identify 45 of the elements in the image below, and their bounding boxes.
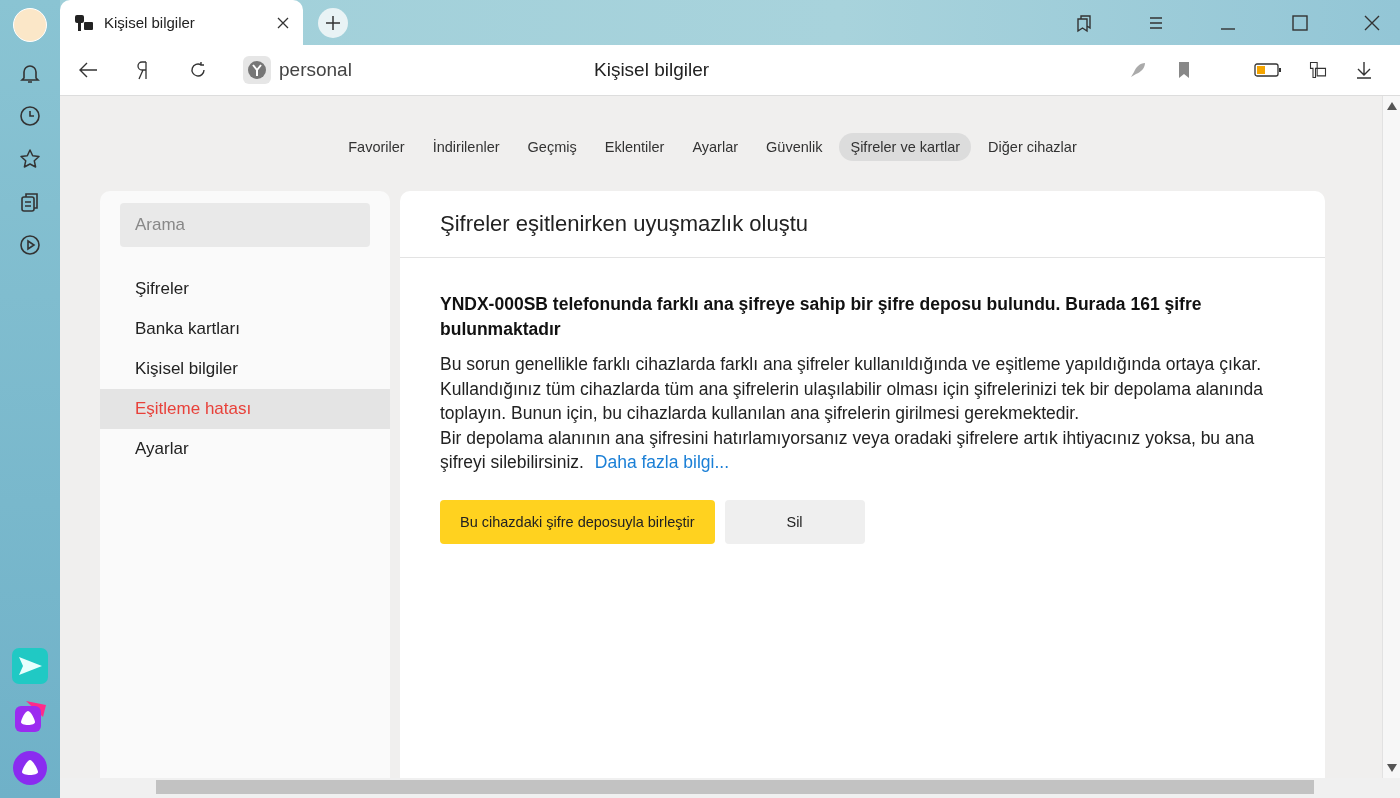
- panel-title: Şifreler eşitlenirken uyuşmazlık oluştu: [400, 191, 1325, 258]
- clock-icon[interactable]: [18, 104, 42, 128]
- sidebar-item[interactable]: Kişisel bilgiler: [100, 349, 390, 389]
- nav-tab[interactable]: Geçmiş: [516, 133, 588, 161]
- description-text: Kullandığınız tüm cihazlarda tüm ana şifrelerin ulaşılabilir olması için şifrelerinizi tek bir depolama alanında toplayın. Bunun için, bu cihazlarda kullanılan ana şifrelerin girilmesi gerekmektedir.: [440, 377, 1264, 425]
- nav-tab[interactable]: Eklentiler: [593, 133, 676, 161]
- sidebar-item[interactable]: Banka kartları: [100, 309, 390, 349]
- key-folder-icon[interactable]: [1308, 60, 1328, 80]
- page-title: Kişisel bilgiler: [594, 59, 711, 81]
- battery-icon[interactable]: [1254, 60, 1282, 80]
- new-tab-button[interactable]: [318, 7, 348, 38]
- sidebar-item[interactable]: Şifreler: [100, 269, 390, 309]
- assistant-icon[interactable]: [12, 750, 48, 786]
- nav-tab[interactable]: İndirilenler: [421, 133, 511, 161]
- browser-tab[interactable]: Kişisel bilgiler: [60, 0, 303, 45]
- vertical-scrollbar[interactable]: [1382, 96, 1400, 778]
- key-folder-icon: [74, 12, 94, 33]
- nav-tab[interactable]: Ayarlar: [681, 133, 750, 161]
- y-logo-icon[interactable]: [243, 56, 271, 84]
- reload-icon[interactable]: [188, 60, 208, 80]
- merge-button[interactable]: Bu cihazdaki şifre deposuyla birleştir: [440, 499, 715, 544]
- back-icon[interactable]: [78, 60, 98, 80]
- nav-tab[interactable]: Şifreler ve kartlar: [839, 133, 972, 161]
- maximize-icon[interactable]: [1290, 12, 1310, 33]
- nav-tab[interactable]: Güvenlik: [755, 133, 834, 161]
- download-icon[interactable]: [1354, 60, 1374, 80]
- scroll-up-arrow-icon[interactable]: [1386, 102, 1397, 110]
- star-icon[interactable]: [18, 147, 42, 171]
- description-text: Bu sorun genellikle farklı cihazlarda farklı ana şifreler kullanıldığında ve eşitleme yapıldığında ortaya çıkar.: [440, 353, 1262, 376]
- description-text: Bir depolama alanının ana şifresini hatırlamıyorsanız veya oradaki şifrelere artık ihtiyacınız yoksa, bu ana şifreyi silebilirsiniz. Daha fazla bilgi...: [440, 426, 1256, 474]
- play-icon[interactable]: [18, 233, 42, 257]
- learn-more-link[interactable]: Daha fazla bilgi...: [594, 452, 730, 472]
- assistant-app-icon[interactable]: [12, 699, 48, 735]
- search-field[interactable]: Arama: [120, 203, 370, 247]
- nav-tab[interactable]: Favoriler: [337, 133, 416, 161]
- nav-tab[interactable]: Diğer cihazlar: [977, 133, 1088, 161]
- plus-icon: [326, 15, 340, 30]
- sidebar-item[interactable]: Ayarlar: [100, 429, 390, 469]
- bookmarks-icon[interactable]: [1074, 12, 1094, 33]
- address-text[interactable]: personal: [279, 59, 352, 81]
- delete-button[interactable]: Sil: [724, 499, 865, 544]
- close-icon[interactable]: [277, 16, 289, 29]
- error-heading: YNDX-000SB telefonunda farklı ana şifreye sahip bir şifre deposu bulundu. Burada 161 şifre bulunmaktadır: [440, 293, 1203, 341]
- scroll-down-arrow-icon[interactable]: [1386, 764, 1397, 772]
- tab-title: Kişisel bilgiler: [104, 14, 196, 31]
